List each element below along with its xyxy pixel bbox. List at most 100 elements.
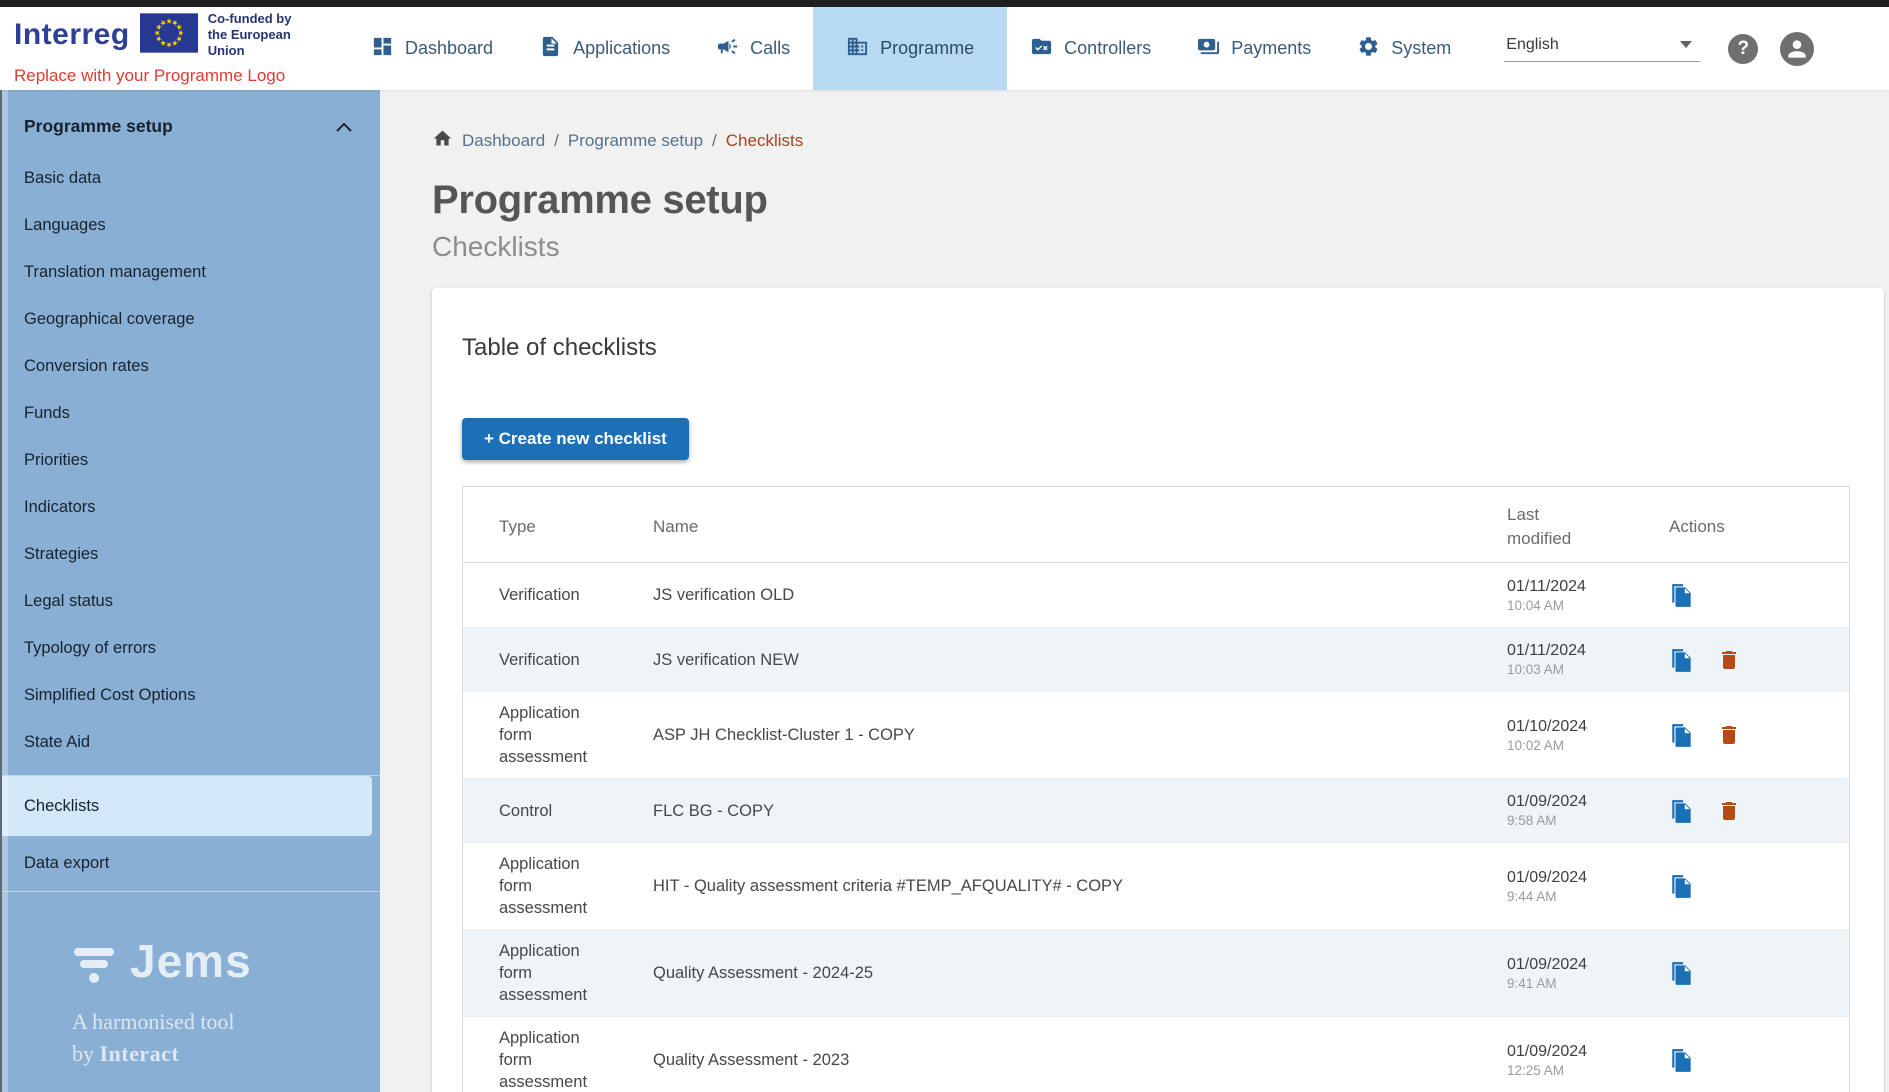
copy-icon[interactable]	[1669, 582, 1695, 608]
breadcrumb-link-dashboard[interactable]: Dashboard	[462, 131, 545, 151]
nav-item-payments[interactable]: Payments	[1174, 7, 1334, 90]
controllers-icon	[1030, 35, 1053, 63]
sidebar-section-programme-setup[interactable]: Programme setup	[2, 90, 380, 155]
checklist-type: Application form assessment	[463, 1027, 653, 1092]
programme-icon	[846, 35, 869, 63]
delete-icon[interactable]	[1717, 648, 1741, 672]
eu-flag-icon	[140, 13, 198, 58]
jems-wordmark: Jems	[130, 938, 252, 984]
copy-icon[interactable]	[1669, 960, 1695, 986]
checklist-type: Control	[463, 800, 653, 822]
top-header: Interreg Co-funded by	[0, 7, 1889, 90]
copy-icon[interactable]	[1669, 647, 1695, 673]
nav-item-programme[interactable]: Programme	[813, 7, 1007, 90]
checklist-name: FLC BG - COPY	[653, 800, 1489, 822]
checklist-type: Application form assessment	[463, 940, 653, 1006]
checklist-name: Quality Assessment - 2024-25	[653, 962, 1489, 984]
column-header-type: Type	[463, 513, 653, 537]
actions-cell	[1639, 722, 1849, 748]
language-select[interactable]: English	[1504, 36, 1700, 62]
card-title: Table of checklists	[462, 334, 1850, 362]
checklist-name: Quality Assessment - 2023	[653, 1049, 1489, 1071]
copy-icon[interactable]	[1669, 1047, 1695, 1073]
table-row: ControlFLC BG - COPY01/09/20249:58 AM	[463, 778, 1849, 842]
delete-icon[interactable]	[1717, 799, 1741, 823]
column-header-actions: Actions	[1639, 513, 1849, 537]
system-icon	[1357, 35, 1380, 63]
sidebar-item-priorities[interactable]: Priorities	[2, 437, 380, 484]
breadcrumb-current: Checklists	[726, 131, 803, 151]
jems-byline: by Interact	[72, 1041, 380, 1067]
main-nav: Dashboard Applications Calls Programme C…	[348, 7, 1474, 90]
sidebar-item-translation-management[interactable]: Translation management	[2, 249, 380, 296]
last-modified-cell: 01/09/20249:41 AM	[1489, 956, 1639, 991]
nav-item-applications[interactable]: Applications	[516, 7, 693, 90]
nav-item-calls[interactable]: Calls	[693, 7, 813, 90]
nav-item-dashboard[interactable]: Dashboard	[348, 7, 516, 90]
checklist-type: Verification	[463, 649, 653, 671]
sidebar-item-funds[interactable]: Funds	[2, 390, 380, 437]
last-modified-cell: 01/10/202410:02 AM	[1489, 718, 1639, 753]
checklist-type: Application form assessment	[463, 702, 653, 768]
sidebar-item-simplified-cost-options[interactable]: Simplified Cost Options	[2, 672, 380, 719]
last-modified-cell: 01/09/202412:25 AM	[1489, 1043, 1639, 1078]
sidebar-item-state-aid[interactable]: State Aid	[2, 719, 380, 766]
sidebar-item-languages[interactable]: Languages	[2, 202, 380, 249]
checklist-type: Verification	[463, 584, 653, 606]
sidebar-item-basic-data[interactable]: Basic data	[2, 155, 380, 202]
interreg-logo: Interreg	[14, 20, 130, 50]
copy-icon[interactable]	[1669, 873, 1695, 899]
column-header-name: Name	[653, 512, 1489, 538]
help-button[interactable]: ?	[1728, 34, 1758, 64]
checklist-name: JS verification OLD	[653, 584, 1489, 606]
jems-tagline: A harmonised tool	[72, 1009, 380, 1035]
logo-placeholder-text: Replace with your Programme Logo	[14, 66, 330, 86]
payments-icon	[1197, 35, 1220, 63]
actions-cell	[1639, 647, 1849, 673]
actions-cell	[1639, 873, 1849, 899]
sidebar-item-data-export[interactable]: Data export	[2, 836, 380, 892]
actions-cell	[1639, 798, 1849, 824]
create-new-checklist-button[interactable]: + Create new checklist	[462, 418, 689, 460]
last-modified-cell: 01/09/20249:58 AM	[1489, 793, 1639, 828]
nav-item-system[interactable]: System	[1334, 7, 1474, 90]
sidebar-item-checklists[interactable]: Checklists	[2, 776, 372, 836]
last-modified-cell: 01/11/202410:04 AM	[1489, 578, 1639, 613]
chevron-up-icon	[336, 116, 352, 137]
sidebar-item-conversion-rates[interactable]: Conversion rates	[2, 343, 380, 390]
table-row: Application form assessmentQuality Asses…	[463, 929, 1849, 1016]
jems-logo-block: Jems A harmonised tool by Interact	[72, 938, 380, 1067]
programme-logo-block: Interreg Co-funded by	[14, 11, 330, 87]
nav-item-controllers[interactable]: Controllers	[1007, 7, 1174, 90]
actions-cell	[1639, 582, 1849, 608]
table-row: Application form assessmentQuality Asses…	[463, 1016, 1849, 1092]
table-header: Type Name Last modified Actions	[463, 487, 1849, 563]
person-icon	[1784, 36, 1810, 62]
applications-icon	[539, 35, 562, 63]
delete-icon[interactable]	[1717, 723, 1741, 747]
sidebar-item-geographical-coverage[interactable]: Geographical coverage	[2, 296, 380, 343]
copy-icon[interactable]	[1669, 722, 1695, 748]
sidebar-item-typology-of-errors[interactable]: Typology of errors	[2, 625, 380, 672]
eu-cofunded-text: Co-funded by the European Union	[208, 11, 330, 60]
checklist-name: ASP JH Checklist-Cluster 1 - COPY	[653, 724, 1489, 746]
sidebar-item-indicators[interactable]: Indicators	[2, 484, 380, 531]
last-modified-cell: 01/11/202410:03 AM	[1489, 642, 1639, 677]
main-content: Dashboard / Programme setup / Checklists…	[380, 90, 1889, 1092]
actions-cell	[1639, 1047, 1849, 1073]
checklists-table: Type Name Last modified Actions Verifica…	[462, 486, 1850, 1092]
actions-cell	[1639, 960, 1849, 986]
breadcrumb-link-programme-setup[interactable]: Programme setup	[568, 131, 703, 151]
sidebar-item-strategies[interactable]: Strategies	[2, 531, 380, 578]
table-row: Application form assessmentASP JH Checkl…	[463, 691, 1849, 778]
page-subtitle: Checklists	[432, 231, 1884, 263]
window-top-bar	[0, 0, 1889, 7]
copy-icon[interactable]	[1669, 798, 1695, 824]
user-avatar[interactable]	[1780, 32, 1814, 66]
checklist-name: JS verification NEW	[653, 649, 1489, 671]
home-icon[interactable]	[432, 128, 453, 154]
dashboard-icon	[371, 35, 394, 63]
calls-icon	[716, 35, 739, 63]
last-modified-cell: 01/09/20249:44 AM	[1489, 869, 1639, 904]
sidebar-item-legal-status[interactable]: Legal status	[2, 578, 380, 625]
